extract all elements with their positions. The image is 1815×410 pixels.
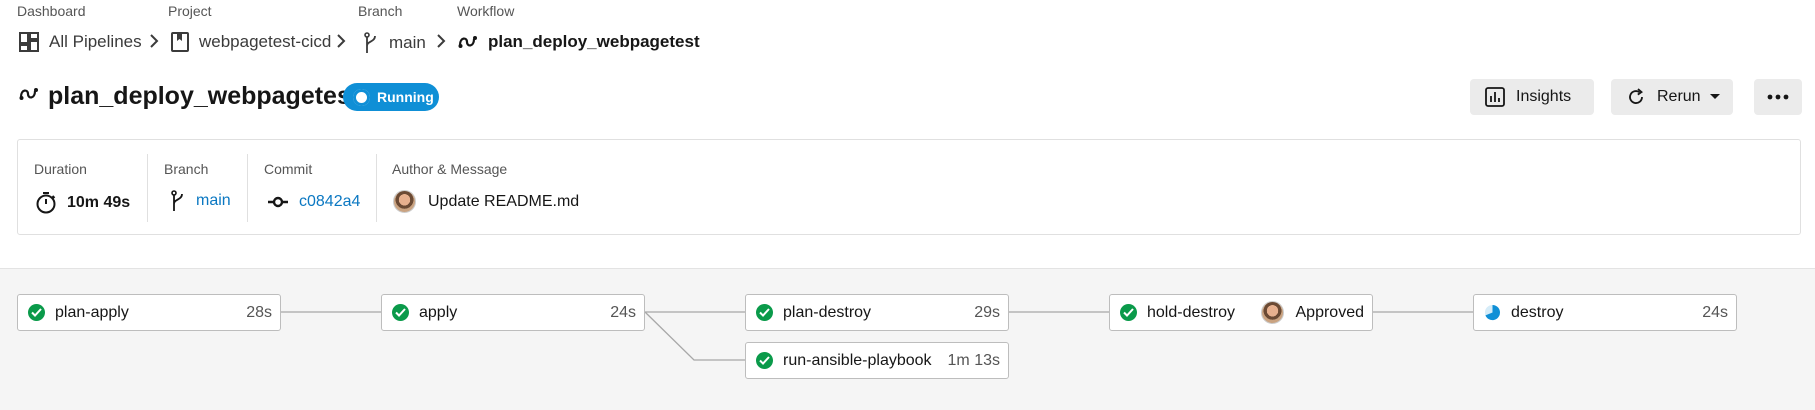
workflow-summary: Duration 10m 49s Branch main Commit c084… bbox=[17, 139, 1801, 235]
rerun-button[interactable]: Rerun bbox=[1611, 79, 1733, 115]
breadcrumb-all-pipelines-label: All Pipelines bbox=[49, 32, 142, 51]
caret-down-icon bbox=[1709, 94, 1720, 99]
workflow-icon bbox=[19, 88, 38, 100]
breadcrumb-workflow[interactable]: plan_deploy_webpagetest bbox=[458, 32, 700, 52]
breadcrumb-branch-label: main bbox=[389, 33, 426, 52]
job-name: run-ansible-playbook bbox=[783, 351, 932, 369]
breadcrumb-workflow-label: plan_deploy_webpagetest bbox=[488, 32, 700, 51]
author-avatar bbox=[393, 190, 416, 213]
breadcrumb-caption-branch: Branch bbox=[358, 3, 403, 19]
job-name: plan-destroy bbox=[783, 303, 872, 321]
more-horizontal-icon bbox=[1767, 94, 1789, 100]
success-icon bbox=[1120, 304, 1137, 321]
success-icon bbox=[756, 304, 773, 321]
job-name: apply bbox=[419, 303, 458, 321]
insights-button[interactable]: Insights bbox=[1470, 79, 1594, 115]
status-badge-label: Running bbox=[377, 89, 434, 105]
job-duration: 28s bbox=[246, 303, 272, 321]
insights-button-label: Insights bbox=[1516, 88, 1572, 105]
divider bbox=[376, 154, 377, 222]
branch-icon bbox=[364, 32, 376, 53]
job-run-ansible-playbook[interactable]: run-ansible-playbook 1m 13s bbox=[745, 342, 1009, 379]
breadcrumb-all-pipelines[interactable]: All Pipelines bbox=[19, 32, 142, 52]
dashboard-icon bbox=[19, 32, 39, 52]
branch-label: Branch bbox=[164, 161, 209, 177]
job-apply[interactable]: apply 24s bbox=[381, 294, 645, 331]
breadcrumb-project[interactable]: webpagetest-cicd bbox=[171, 32, 331, 52]
branch-icon bbox=[171, 190, 183, 211]
success-icon bbox=[756, 352, 773, 369]
graph-connectors bbox=[281, 311, 1473, 361]
running-indicator-icon bbox=[353, 88, 370, 106]
breadcrumb-caption-workflow: Workflow bbox=[457, 3, 515, 19]
refresh-icon bbox=[1629, 88, 1643, 104]
breadcrumb-branch[interactable]: main bbox=[363, 32, 426, 54]
breadcrumb: Dashboard Project Branch Workflow All Pi… bbox=[0, 0, 700, 60]
divider bbox=[147, 154, 148, 222]
job-name: destroy bbox=[1511, 303, 1564, 321]
workflow-graph: plan-apply 28s apply 24s plan-destroy 29… bbox=[0, 268, 1815, 410]
commit-icon bbox=[268, 196, 288, 208]
duration-label: Duration bbox=[34, 161, 87, 177]
more-options-button[interactable] bbox=[1754, 79, 1802, 115]
job-duration: 24s bbox=[1702, 303, 1728, 321]
success-icon bbox=[392, 304, 409, 321]
status-badge: Running bbox=[343, 83, 439, 111]
commit-value[interactable]: c0842a4 bbox=[267, 191, 360, 213]
commit-message: Update README.md bbox=[428, 192, 580, 210]
running-icon bbox=[1484, 304, 1501, 321]
branch-link[interactable]: main bbox=[196, 192, 231, 210]
divider bbox=[247, 154, 248, 222]
workflow-icon bbox=[458, 36, 477, 48]
rerun-button-label: Rerun bbox=[1657, 88, 1701, 105]
breadcrumb-caption-dashboard: Dashboard bbox=[17, 3, 86, 19]
commit-label: Commit bbox=[264, 161, 313, 177]
duration-text: 10m 49s bbox=[67, 194, 131, 211]
job-hold-destroy[interactable]: hold-destroy Approved bbox=[1109, 294, 1373, 331]
approval-status: Approved bbox=[1295, 303, 1365, 321]
job-destroy[interactable]: destroy 24s bbox=[1473, 294, 1737, 331]
breadcrumb-caption-project: Project bbox=[168, 3, 212, 19]
duration-value: 10m 49s bbox=[35, 191, 130, 215]
job-plan-apply[interactable]: plan-apply 28s bbox=[17, 294, 281, 331]
page-title: plan_deploy_webpagetest bbox=[48, 82, 360, 110]
job-duration: 24s bbox=[610, 303, 636, 321]
job-name: hold-destroy bbox=[1147, 303, 1236, 321]
job-plan-destroy[interactable]: plan-destroy 29s bbox=[745, 294, 1009, 331]
commit-link[interactable]: c0842a4 bbox=[299, 193, 360, 211]
job-name: plan-apply bbox=[55, 303, 129, 321]
author-message-value: Update README.md bbox=[393, 190, 579, 213]
timer-icon bbox=[36, 192, 56, 214]
job-duration: 1m 13s bbox=[947, 351, 1000, 369]
branch-value[interactable]: main bbox=[170, 190, 231, 212]
job-duration: 29s bbox=[974, 303, 1000, 321]
chevron-right-icon bbox=[337, 34, 346, 48]
chevron-right-icon bbox=[437, 34, 446, 48]
insights-icon bbox=[1485, 87, 1505, 107]
author-message-label: Author & Message bbox=[392, 161, 508, 177]
chevron-right-icon bbox=[150, 34, 159, 48]
approver-avatar bbox=[1260, 301, 1284, 324]
breadcrumb-project-label: webpagetest-cicd bbox=[199, 32, 332, 51]
project-icon bbox=[171, 32, 189, 52]
success-icon bbox=[28, 304, 45, 321]
